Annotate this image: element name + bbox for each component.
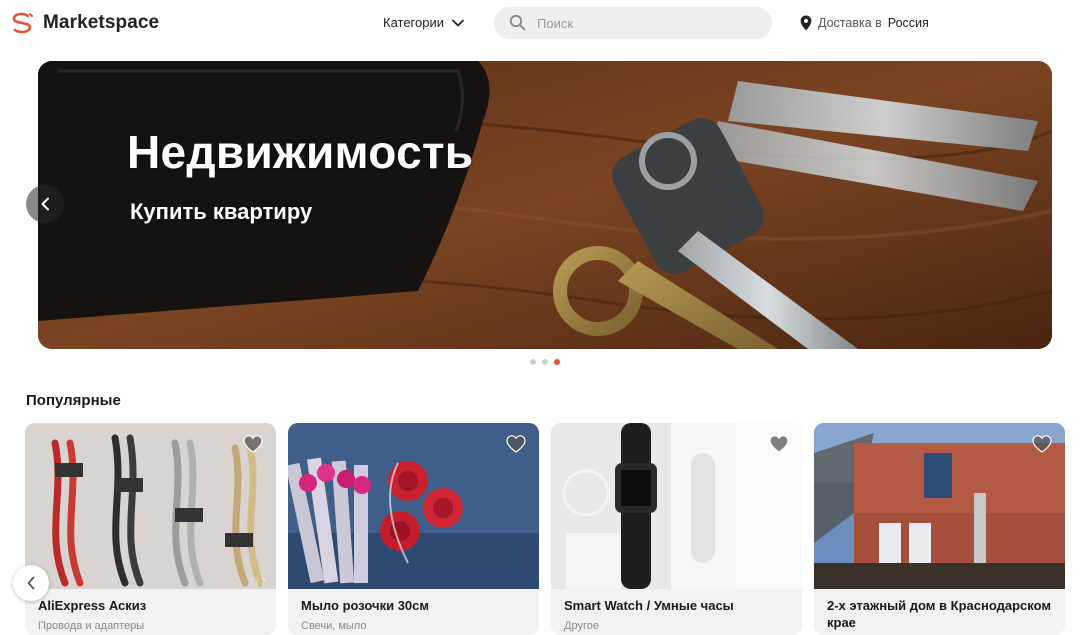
- delivery-location[interactable]: Доставка в Россия: [800, 15, 929, 31]
- carousel-dot-active[interactable]: [554, 359, 560, 365]
- product-image: [551, 423, 802, 589]
- product-category: Провода и адаптеры: [38, 620, 145, 632]
- image-counter: 7 / 7: [248, 577, 266, 587]
- heart-icon[interactable]: [242, 433, 264, 455]
- chevron-down-icon: [452, 19, 464, 26]
- product-title: Мыло розочки 30см: [301, 598, 430, 613]
- carousel-dot[interactable]: [530, 359, 536, 365]
- categories-dropdown[interactable]: Категории: [383, 15, 464, 30]
- search-bar: [494, 7, 772, 39]
- delivery-prefix: Доставка в: [818, 16, 882, 30]
- banner-title: Недвижимость: [127, 126, 474, 178]
- banner-subtitle: Купить квартиру: [130, 199, 313, 224]
- product-category: Другое: [564, 620, 599, 632]
- product-card[interactable]: Smart Watch / Умные часы Другое: [551, 423, 802, 635]
- promo-banner[interactable]: Недвижимость Купить квартиру: [38, 61, 1052, 349]
- location-pin-icon: [800, 15, 812, 31]
- carousel-dots: [530, 359, 560, 365]
- product-title: AliExpress Аскиз: [38, 598, 147, 613]
- product-image: [288, 423, 539, 589]
- top-header: Marketspace Категории Доставка в Россия: [0, 0, 1084, 46]
- marketspace-logo-icon[interactable]: [10, 12, 34, 34]
- product-image: [814, 423, 1065, 589]
- product-image: [25, 423, 276, 589]
- product-card[interactable]: 2-х этажный дом в Краснодарском крае: [814, 423, 1065, 635]
- product-category: Свечи, мыло: [301, 620, 367, 632]
- heart-icon[interactable]: [1031, 433, 1053, 455]
- product-card[interactable]: Мыло розочки 30см Свечи, мыло: [288, 423, 539, 635]
- search-icon: [509, 14, 526, 31]
- carousel-dot[interactable]: [542, 359, 548, 365]
- product-title: 2-х этажный дом в Краснодарском крае: [827, 598, 1051, 630]
- brand-name[interactable]: Marketspace: [43, 12, 159, 34]
- heart-icon[interactable]: [768, 433, 790, 455]
- chevron-left-icon: [41, 197, 49, 211]
- product-title: Smart Watch / Умные часы: [564, 598, 734, 613]
- cards-prev-button[interactable]: [13, 565, 49, 601]
- chevron-left-icon: [27, 576, 35, 590]
- search-input[interactable]: [537, 13, 757, 33]
- delivery-country: Россия: [887, 16, 929, 30]
- heart-icon[interactable]: [505, 433, 527, 455]
- product-card[interactable]: 7 / 7 AliExpress Аскиз Провода и адаптер…: [25, 423, 276, 635]
- categories-label: Категории: [383, 15, 444, 30]
- banner-prev-button[interactable]: [26, 185, 64, 223]
- section-title-popular: Популярные: [26, 392, 121, 409]
